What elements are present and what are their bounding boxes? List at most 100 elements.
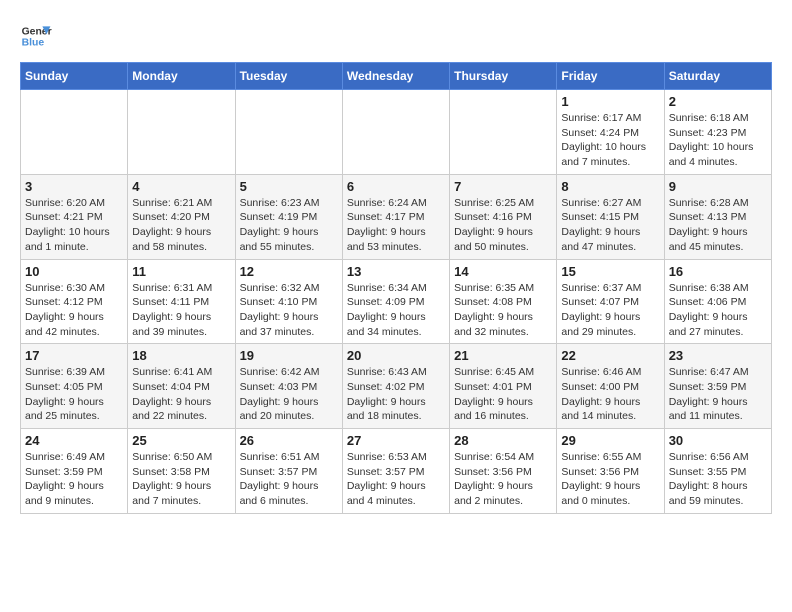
calendar-cell: 20 Sunrise: 6:43 AM Sunset: 4:02 PM Dayli…: [342, 344, 449, 429]
calendar-cell: [450, 90, 557, 175]
calendar-cell: 8 Sunrise: 6:27 AM Sunset: 4:15 PM Daylig…: [557, 174, 664, 259]
calendar-header-row: SundayMondayTuesdayWednesdayThursdayFrid…: [21, 63, 772, 90]
calendar-cell: [128, 90, 235, 175]
calendar-cell: 1 Sunrise: 6:17 AM Sunset: 4:24 PM Daylig…: [557, 90, 664, 175]
day-info: Sunrise: 6:32 AM Sunset: 4:10 PM Dayligh…: [240, 281, 338, 340]
calendar-cell: 3 Sunrise: 6:20 AM Sunset: 4:21 PM Daylig…: [21, 174, 128, 259]
day-number: 14: [454, 264, 552, 279]
day-number: 2: [669, 94, 767, 109]
day-info: Sunrise: 6:24 AM Sunset: 4:17 PM Dayligh…: [347, 196, 445, 255]
calendar-cell: 10Sunrise: 6:30 AM Sunset: 4:12 PM Dayli…: [21, 259, 128, 344]
day-info: Sunrise: 6:21 AM Sunset: 4:20 PM Dayligh…: [132, 196, 230, 255]
calendar-cell: 28 Sunrise: 6:54 AM Sunset: 3:56 PM Dayli…: [450, 429, 557, 514]
day-number: 26: [240, 433, 338, 448]
day-info: Sunrise: 6:17 AM Sunset: 4:24 PM Dayligh…: [561, 111, 659, 170]
day-info: Sunrise: 6:28 AM Sunset: 4:13 PM Dayligh…: [669, 196, 767, 255]
day-info: Sunrise: 6:23 AM Sunset: 4:19 PM Dayligh…: [240, 196, 338, 255]
day-info: Sunrise: 6:39 AM Sunset: 4:05 PM Dayligh…: [25, 365, 123, 424]
day-info: Sunrise: 6:43 AM Sunset: 4:02 PM Dayligh…: [347, 365, 445, 424]
calendar-cell: 30 Sunrise: 6:56 AM Sunset: 3:55 PM Dayli…: [664, 429, 771, 514]
day-number: 6: [347, 179, 445, 194]
day-info: Sunrise: 6:30 AM Sunset: 4:12 PM Dayligh…: [25, 281, 123, 340]
day-info: Sunrise: 6:41 AM Sunset: 4:04 PM Dayligh…: [132, 365, 230, 424]
day-info: Sunrise: 6:55 AM Sunset: 3:56 PM Dayligh…: [561, 450, 659, 509]
calendar-cell: 27Sunrise: 6:53 AM Sunset: 3:57 PM Dayli…: [342, 429, 449, 514]
calendar-table: SundayMondayTuesdayWednesdayThursdayFrid…: [20, 62, 772, 514]
day-number: 13: [347, 264, 445, 279]
day-header-saturday: Saturday: [664, 63, 771, 90]
day-info: Sunrise: 6:51 AM Sunset: 3:57 PM Dayligh…: [240, 450, 338, 509]
day-header-tuesday: Tuesday: [235, 63, 342, 90]
calendar-cell: 12Sunrise: 6:32 AM Sunset: 4:10 PM Dayli…: [235, 259, 342, 344]
calendar-cell: [342, 90, 449, 175]
calendar-cell: 18 Sunrise: 6:41 AM Sunset: 4:04 PM Dayli…: [128, 344, 235, 429]
calendar-cell: 7Sunrise: 6:25 AM Sunset: 4:16 PM Daylig…: [450, 174, 557, 259]
day-info: Sunrise: 6:46 AM Sunset: 4:00 PM Dayligh…: [561, 365, 659, 424]
day-number: 30: [669, 433, 767, 448]
day-info: Sunrise: 6:49 AM Sunset: 3:59 PM Dayligh…: [25, 450, 123, 509]
day-number: 18: [132, 348, 230, 363]
day-info: Sunrise: 6:56 AM Sunset: 3:55 PM Dayligh…: [669, 450, 767, 509]
calendar-week-5: 24 Sunrise: 6:49 AM Sunset: 3:59 PM Dayli…: [21, 429, 772, 514]
day-number: 16: [669, 264, 767, 279]
calendar-cell: 17 Sunrise: 6:39 AM Sunset: 4:05 PM Dayli…: [21, 344, 128, 429]
day-info: Sunrise: 6:27 AM Sunset: 4:15 PM Dayligh…: [561, 196, 659, 255]
calendar-cell: 24 Sunrise: 6:49 AM Sunset: 3:59 PM Dayli…: [21, 429, 128, 514]
logo: General Blue: [20, 20, 52, 52]
day-info: Sunrise: 6:37 AM Sunset: 4:07 PM Dayligh…: [561, 281, 659, 340]
day-number: 22: [561, 348, 659, 363]
day-number: 25: [132, 433, 230, 448]
day-info: Sunrise: 6:54 AM Sunset: 3:56 PM Dayligh…: [454, 450, 552, 509]
day-number: 23: [669, 348, 767, 363]
day-number: 9: [669, 179, 767, 194]
day-number: 20: [347, 348, 445, 363]
day-header-thursday: Thursday: [450, 63, 557, 90]
day-info: Sunrise: 6:20 AM Sunset: 4:21 PM Dayligh…: [25, 196, 123, 255]
day-number: 5: [240, 179, 338, 194]
calendar-cell: 26 Sunrise: 6:51 AM Sunset: 3:57 PM Dayli…: [235, 429, 342, 514]
day-header-sunday: Sunday: [21, 63, 128, 90]
calendar-cell: 22 Sunrise: 6:46 AM Sunset: 4:00 PM Dayli…: [557, 344, 664, 429]
calendar-cell: [235, 90, 342, 175]
day-info: Sunrise: 6:50 AM Sunset: 3:58 PM Dayligh…: [132, 450, 230, 509]
calendar-week-3: 10Sunrise: 6:30 AM Sunset: 4:12 PM Dayli…: [21, 259, 772, 344]
day-info: Sunrise: 6:38 AM Sunset: 4:06 PM Dayligh…: [669, 281, 767, 340]
calendar-cell: 15 Sunrise: 6:37 AM Sunset: 4:07 PM Dayli…: [557, 259, 664, 344]
day-info: Sunrise: 6:34 AM Sunset: 4:09 PM Dayligh…: [347, 281, 445, 340]
calendar-week-1: 1 Sunrise: 6:17 AM Sunset: 4:24 PM Daylig…: [21, 90, 772, 175]
day-number: 29: [561, 433, 659, 448]
day-header-friday: Friday: [557, 63, 664, 90]
calendar-cell: 5 Sunrise: 6:23 AM Sunset: 4:19 PM Daylig…: [235, 174, 342, 259]
calendar-cell: 13 Sunrise: 6:34 AM Sunset: 4:09 PM Dayli…: [342, 259, 449, 344]
day-number: 1: [561, 94, 659, 109]
page-header: General Blue: [20, 20, 772, 52]
day-number: 8: [561, 179, 659, 194]
calendar-week-2: 3 Sunrise: 6:20 AM Sunset: 4:21 PM Daylig…: [21, 174, 772, 259]
day-number: 3: [25, 179, 123, 194]
day-number: 4: [132, 179, 230, 194]
day-info: Sunrise: 6:35 AM Sunset: 4:08 PM Dayligh…: [454, 281, 552, 340]
calendar-week-4: 17 Sunrise: 6:39 AM Sunset: 4:05 PM Dayli…: [21, 344, 772, 429]
calendar-cell: 23 Sunrise: 6:47 AM Sunset: 3:59 PM Dayli…: [664, 344, 771, 429]
calendar-cell: 9 Sunrise: 6:28 AM Sunset: 4:13 PM Daylig…: [664, 174, 771, 259]
calendar-cell: 25 Sunrise: 6:50 AM Sunset: 3:58 PM Dayli…: [128, 429, 235, 514]
calendar-cell: 2Sunrise: 6:18 AM Sunset: 4:23 PM Daylig…: [664, 90, 771, 175]
calendar-cell: 6 Sunrise: 6:24 AM Sunset: 4:17 PM Daylig…: [342, 174, 449, 259]
calendar-cell: 19Sunrise: 6:42 AM Sunset: 4:03 PM Dayli…: [235, 344, 342, 429]
day-header-wednesday: Wednesday: [342, 63, 449, 90]
day-header-monday: Monday: [128, 63, 235, 90]
calendar-cell: 16 Sunrise: 6:38 AM Sunset: 4:06 PM Dayli…: [664, 259, 771, 344]
day-number: 24: [25, 433, 123, 448]
day-number: 15: [561, 264, 659, 279]
calendar-cell: 11Sunrise: 6:31 AM Sunset: 4:11 PM Dayli…: [128, 259, 235, 344]
day-number: 27: [347, 433, 445, 448]
day-number: 11: [132, 264, 230, 279]
day-info: Sunrise: 6:45 AM Sunset: 4:01 PM Dayligh…: [454, 365, 552, 424]
day-number: 17: [25, 348, 123, 363]
day-number: 28: [454, 433, 552, 448]
calendar-cell: 14 Sunrise: 6:35 AM Sunset: 4:08 PM Dayli…: [450, 259, 557, 344]
svg-text:Blue: Blue: [22, 38, 45, 49]
calendar-cell: [21, 90, 128, 175]
logo-icon: General Blue: [20, 20, 52, 52]
day-info: Sunrise: 6:47 AM Sunset: 3:59 PM Dayligh…: [669, 365, 767, 424]
